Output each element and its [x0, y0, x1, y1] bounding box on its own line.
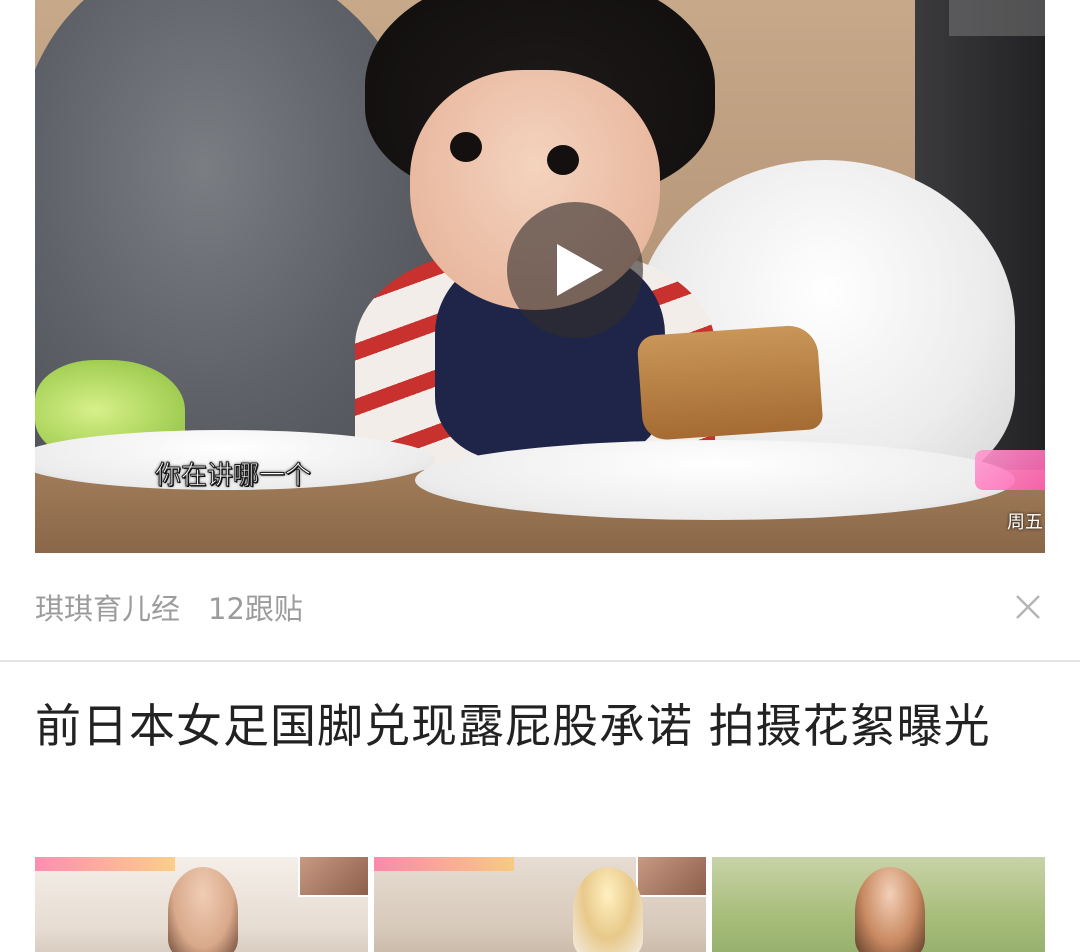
play-button[interactable]: [507, 202, 643, 338]
article-thumbnails: [35, 857, 1045, 952]
channel-logo-text: 周五: [1007, 512, 1043, 533]
thumbnail-banner: [373, 857, 514, 871]
thumbnail-inset: [636, 857, 707, 897]
thumbnail-figure: [168, 867, 239, 952]
scene-corner-overlay: [949, 0, 1045, 36]
thumbnail-banner: [35, 857, 175, 871]
feed-divider: [0, 660, 1080, 662]
scene-plate-right: [415, 440, 1015, 520]
play-icon: [557, 244, 603, 296]
thumbnail-figure: [855, 867, 926, 952]
article-title[interactable]: 前日本女足国脚兑现露屁股承诺 拍摄花絮曝光: [35, 690, 1045, 762]
source-name[interactable]: 琪琪育儿经: [35, 586, 180, 628]
thumbnail-figure: [573, 867, 644, 952]
article-thumbnail[interactable]: [712, 857, 1045, 952]
dismiss-button[interactable]: [1011, 590, 1045, 624]
video-subtitle: 你在讲哪一个: [154, 461, 312, 492]
channel-logo: [975, 450, 1045, 490]
scene-child-eye-left: [450, 132, 482, 162]
video-thumbnail[interactable]: 周五 你在讲哪一个: [35, 0, 1045, 553]
comment-count[interactable]: 12跟贴: [208, 586, 303, 628]
video-meta-row: 琪琪育儿经 12跟贴: [35, 584, 1045, 630]
news-feed: 周五 你在讲哪一个 琪琪育儿经 12跟贴 前日本女足国脚兑现露屁股承诺 拍摄花絮…: [0, 0, 1080, 952]
scene-bread: [636, 323, 824, 442]
scene-child-eye-right: [547, 145, 579, 175]
article-thumbnail[interactable]: [35, 857, 368, 952]
close-icon: [1016, 595, 1040, 619]
article-thumbnail[interactable]: [373, 857, 707, 952]
thumbnail-inset: [297, 857, 368, 897]
